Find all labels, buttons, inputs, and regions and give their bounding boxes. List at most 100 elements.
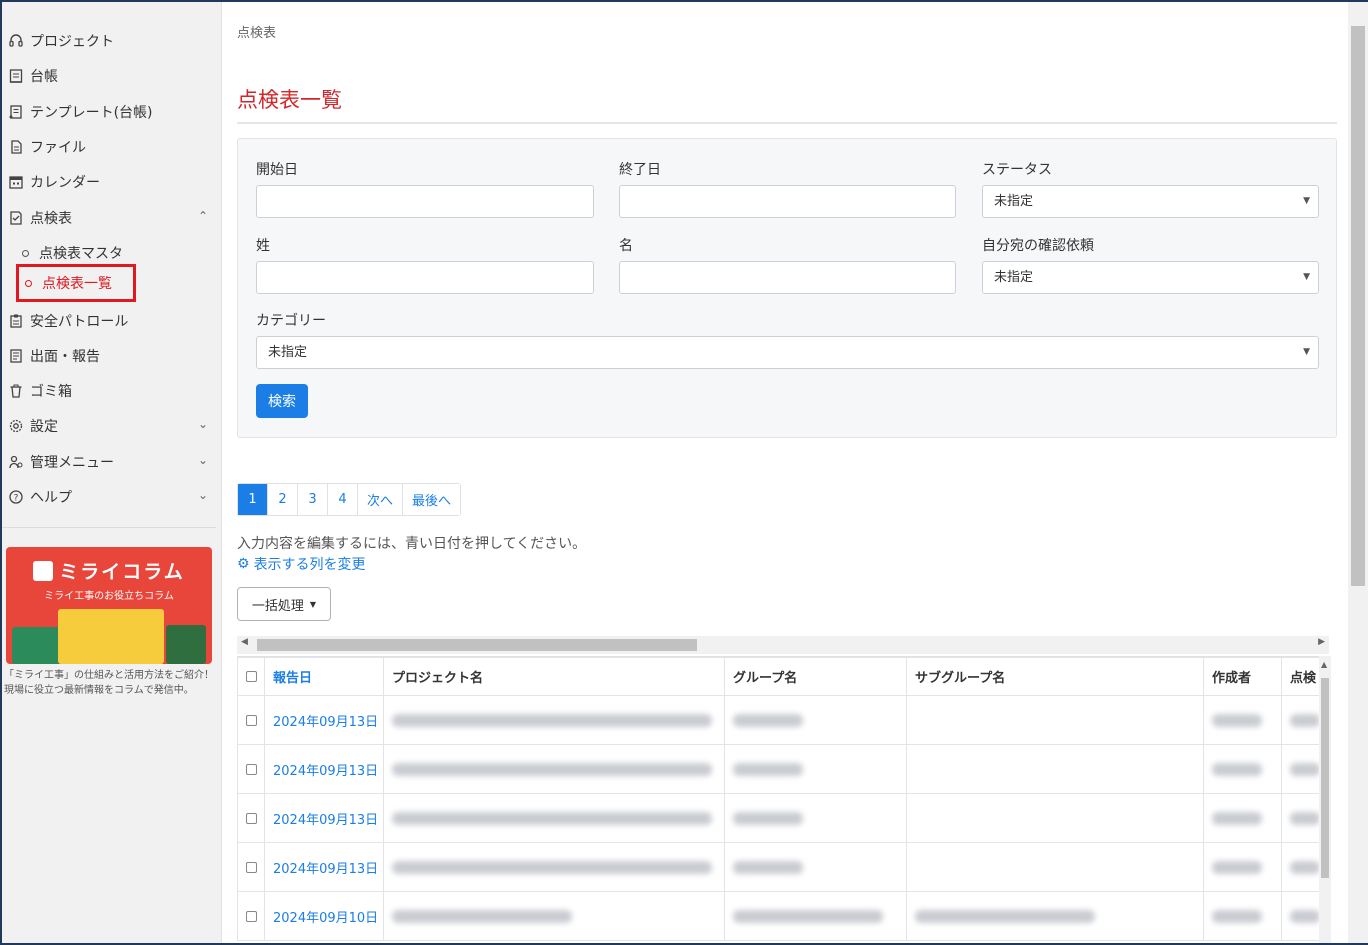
report-date-link[interactable]: 2024年09月13日 [273,813,378,828]
table-row: 2024年09月13日 [237,793,1319,843]
title-divider [237,122,1337,124]
bulk-action-button[interactable]: 一括処理 ▼ [237,587,331,621]
page-vertical-scrollbar[interactable] [1348,2,1368,943]
breadcrumb[interactable]: 点検表 [237,22,276,41]
page-link-last[interactable]: 最後へ [403,484,461,515]
redacted-inspection [1290,909,1319,923]
sidebar-item-calendar[interactable]: カレンダー [6,171,212,193]
row-checkbox[interactable] [246,763,257,775]
sidebar-subitem-checklist-master[interactable]: 点検表マスタ [22,243,123,263]
report-date-link[interactable]: 2024年09月10日 [273,911,378,926]
category-select[interactable]: 未指定 ▼ [256,336,1319,369]
report-date-link[interactable]: 2024年09月13日 [273,764,378,779]
change-columns-link[interactable]: ⚙ 表示する列を変更 [237,554,366,574]
sidebar-item-label: プロジェクト [30,34,114,50]
sidebar-item-settings[interactable]: 設定 ⌄ [6,415,212,437]
gear-icon [6,418,26,434]
report-date-link[interactable]: 2024年09月13日 [273,715,378,730]
patrol-icon [6,313,26,329]
column-header-creator[interactable]: 作成者 [1203,657,1282,696]
row-checkbox[interactable] [246,812,257,824]
sidebar-item-label: ゴミ箱 [30,384,72,400]
sidebar-item-checklist[interactable]: 点検表 ⌃ [6,207,212,229]
redacted-creator [1212,713,1262,727]
page-link-next[interactable]: 次へ [358,484,404,515]
first-name-label: 名 [619,238,633,254]
sidebar-item-help[interactable]: ? ヘルプ ⌄ [6,486,212,508]
scroll-up-icon[interactable]: ▲ [1321,660,1327,669]
bullet-icon [25,279,32,287]
redacted-creator [1212,811,1262,825]
sidebar-subitem-checklist-list[interactable]: 点検表一覧 [16,264,136,302]
row-checkbox[interactable] [246,714,257,726]
calendar-icon [6,174,26,190]
page-link-4[interactable]: 4 [328,484,358,515]
column-header-group[interactable]: グループ名 [724,657,907,696]
sidebar-item-label: 安全パトロール [30,314,129,330]
redacted-inspection [1290,762,1319,776]
chevron-down-icon[interactable]: ⌄ [198,417,208,431]
redacted-project-name [392,811,712,825]
last-name-label: 姓 [256,238,270,254]
banner-subtitle: ミライ工事のお役立ちコラム [44,591,174,602]
confirm-request-select[interactable]: 未指定 ▼ [982,261,1319,294]
sidebar-item-label: 台帳 [30,69,58,85]
confirm-request-label: 自分宛の確認依頼 [982,238,1094,254]
pagination: 1 2 3 4 次へ 最後へ [237,483,462,516]
redacted-inspection [1290,811,1319,825]
status-label: ステータス [982,162,1052,178]
chevron-down-icon[interactable]: ⌄ [198,488,208,502]
table-row: 2024年09月13日 [237,842,1319,892]
ledger-icon [6,68,26,84]
mirai-column-banner[interactable]: ミライコラム ミライ工事のお役立ちコラム [6,547,212,664]
sidebar: プロジェクト 台帳 テンプレート(台帳) ファイル カレンダー 点検表 ⌃ 点検… [2,2,222,943]
column-header-inspection[interactable]: 点検 [1281,657,1319,696]
sidebar-divider [2,527,216,528]
sidebar-item-project[interactable]: プロジェクト [6,30,212,52]
first-name-field[interactable] [619,261,956,294]
sidebar-item-template[interactable]: テンプレート(台帳) [6,101,212,123]
table-horizontal-scrollbar[interactable]: ◀ ▶ [237,636,1329,654]
start-date-field[interactable] [256,185,594,218]
table-row: 2024年09月13日 [237,744,1319,794]
sidebar-item-trash[interactable]: ゴミ箱 [6,380,212,402]
select-all-checkbox[interactable] [246,671,257,682]
sidebar-item-admin-menu[interactable]: 管理メニュー ⌄ [6,451,212,473]
scrollbar-thumb[interactable] [257,639,697,651]
dropdown-caret-icon: ▼ [1303,196,1310,206]
page-link-3[interactable]: 3 [298,484,328,515]
redacted-subgroup-name [915,909,1095,923]
end-date-field[interactable] [619,185,956,218]
sidebar-subitem-label: 点検表一覧 [42,276,112,292]
column-header-report-date[interactable]: 報告日 [264,657,384,696]
page-link-2[interactable]: 2 [268,484,298,515]
page-link-1[interactable]: 1 [238,484,268,515]
report-date-link[interactable]: 2024年09月13日 [273,862,378,877]
scrollbar-thumb[interactable] [1321,678,1329,878]
sidebar-item-report[interactable]: 出面・報告 [6,345,212,367]
sidebar-item-ledger[interactable]: 台帳 [6,65,212,87]
scrollbar-thumb[interactable] [1351,26,1365,586]
column-header-subgroup[interactable]: サブグループ名 [906,657,1204,696]
last-name-field[interactable] [256,261,594,294]
status-select[interactable]: 未指定 ▼ [982,185,1319,218]
sidebar-item-safety-patrol[interactable]: 安全パトロール [6,310,212,332]
chevron-up-icon[interactable]: ⌃ [198,209,208,223]
banner-description: 「ミライ工事」の仕組みと活用方法をご紹介！現場に役立つ最新情報をコラムで発信中。 [4,670,214,696]
row-checkbox[interactable] [246,910,257,922]
column-header-project[interactable]: プロジェクト名 [383,657,725,696]
scroll-right-icon[interactable]: ▶ [1318,637,1325,647]
redacted-creator [1212,909,1262,923]
sidebar-item-label: ヘルプ [30,490,72,506]
table-vertical-scrollbar[interactable]: ▲ [1319,656,1331,943]
row-checkbox[interactable] [246,861,257,873]
redacted-group-name [733,860,803,874]
search-button[interactable]: 検索 [256,384,308,418]
caret-down-icon: ▼ [309,599,317,609]
redacted-project-name [392,713,712,727]
chevron-down-icon[interactable]: ⌄ [198,453,208,467]
scroll-left-icon[interactable]: ◀ [241,637,248,647]
redacted-creator [1212,860,1262,874]
banner-title: ミライコラム [6,557,212,584]
sidebar-item-file[interactable]: ファイル [6,136,212,158]
